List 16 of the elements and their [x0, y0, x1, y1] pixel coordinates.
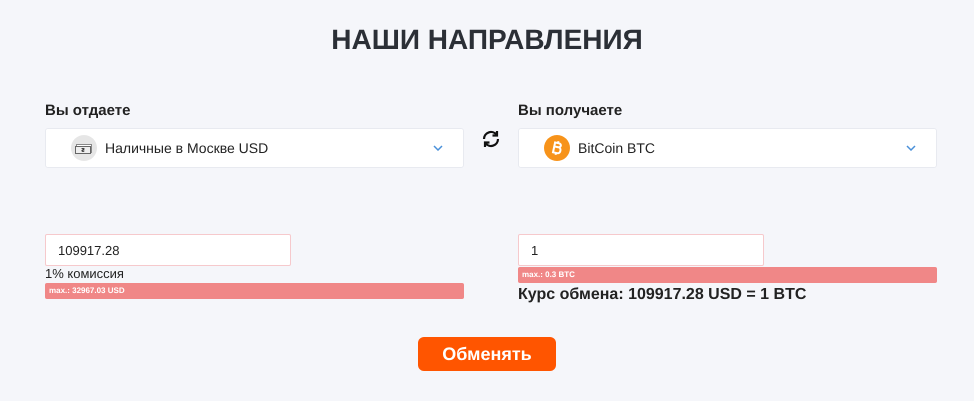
commission-text: 1% комиссия: [45, 266, 125, 282]
amount-field[interactable]: 1: [518, 234, 764, 266]
currency-dropdown[interactable]: BitCoin BTC: [518, 128, 937, 168]
swap-icon[interactable]: [481, 130, 501, 148]
receive-label: Вы получаете: [518, 102, 624, 120]
chevron-down-icon: [906, 145, 916, 151]
bitcoin-icon: [544, 135, 570, 161]
limit-notice: max.: 32967.03 USD: [45, 283, 464, 299]
currency-dropdown[interactable]: Наличные в Москве USD: [45, 128, 464, 168]
chevron-down-icon: [433, 145, 443, 151]
exchange-rate-text: Курс обмена: 109917.28 USD = 1 BTC: [518, 286, 808, 304]
cash-icon: [71, 135, 97, 161]
limit-notice: max.: 0.3 BTC: [518, 267, 937, 283]
page-title: НАШИ НАПРАВЛЕНИЯ: [330, 23, 644, 57]
give-label: Вы отдаете: [45, 102, 132, 120]
amount-field[interactable]: 109917.28: [45, 234, 291, 266]
